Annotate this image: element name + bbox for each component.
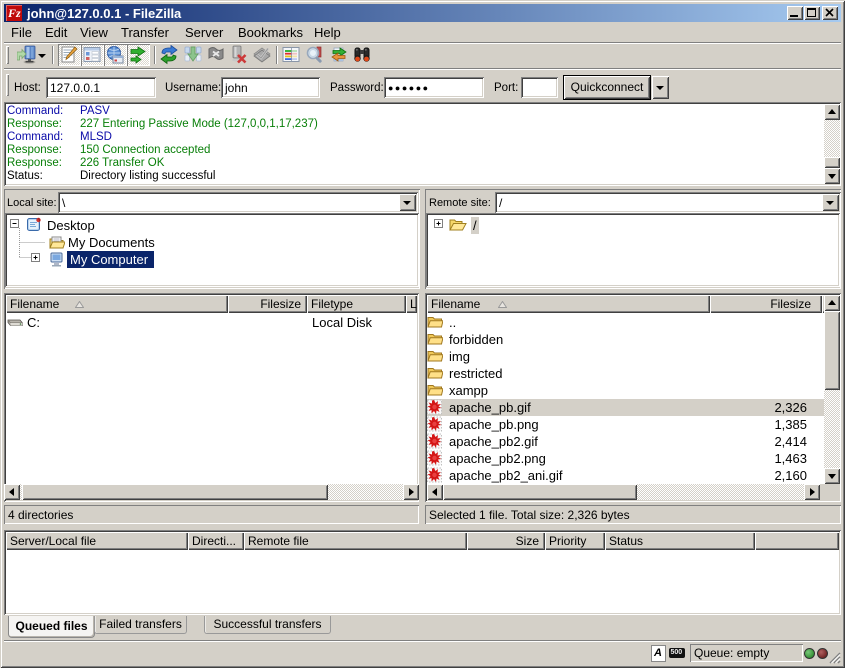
svg-text:Fz: Fz	[7, 6, 21, 20]
